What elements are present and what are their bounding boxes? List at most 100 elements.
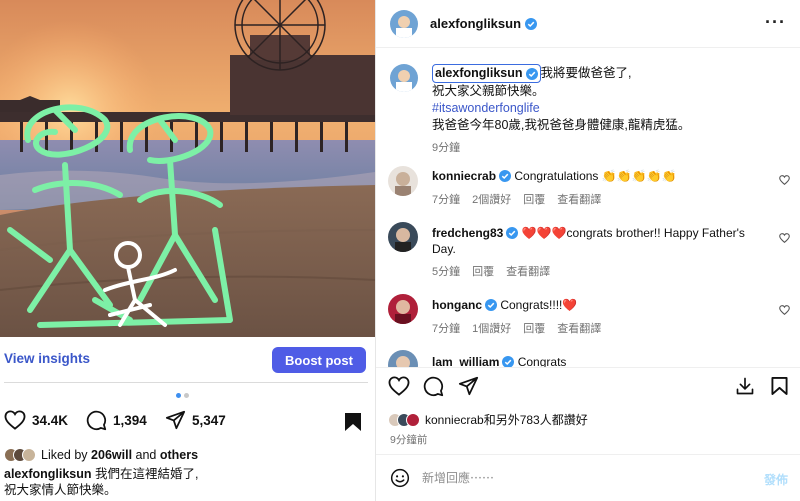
comment-input[interactable] [422, 467, 742, 489]
shares-count: 5,347 [192, 412, 226, 428]
comment-meta: 5分鐘 回覆 查看翻譯 [432, 263, 550, 279]
reply-button[interactable]: 回覆 [523, 191, 545, 207]
post-header: alexfongliksun ··· [376, 0, 800, 48]
post-photo[interactable] [0, 0, 375, 337]
comment-text: Congrats [517, 355, 567, 367]
commenter-username-row: fredcheng83 [432, 225, 519, 241]
commenter-username-row: lam_william [432, 354, 515, 367]
share-icon [165, 410, 186, 430]
left-feed-pane: View insights Boost post 34.4K 1,394 5,3… [0, 0, 375, 501]
caption-username[interactable]: alexfongliksun [4, 467, 92, 481]
share-action[interactable]: 5,347 [165, 410, 226, 430]
commenter-username[interactable]: konniecrab [432, 168, 496, 184]
verified-badge-icon [506, 227, 519, 239]
verified-badge-icon [499, 170, 512, 182]
save-action[interactable] [344, 412, 362, 437]
commenter-avatar[interactable] [388, 222, 418, 252]
heart-icon [4, 410, 26, 430]
like-comment-heart-icon[interactable] [779, 175, 790, 185]
likes-count: 34.4K [32, 412, 69, 428]
download-icon[interactable] [735, 376, 755, 396]
comment-body: lam_william Congrats [432, 354, 772, 367]
divider [376, 367, 800, 368]
verified-badge-icon [502, 356, 515, 367]
commenter-avatar[interactable] [388, 350, 418, 367]
heart-icon[interactable] [388, 376, 410, 396]
divider [4, 382, 368, 383]
hashtag-link[interactable]: #itsawonderfonglife [432, 101, 540, 115]
caption-avatar[interactable] [390, 64, 418, 92]
view-insights-link[interactable]: View insights [4, 351, 90, 366]
liked-by-text: Liked by 206will and others [41, 448, 198, 462]
post-detail-pane: alexfongliksun ··· alexfongliksun 我將要做爸爸… [376, 0, 800, 501]
comment-action[interactable]: 1,394 [86, 410, 147, 431]
caption-text: 我將要做爸爸了, [540, 66, 632, 80]
comment-icon [86, 410, 107, 431]
comment-meta: 7分鐘 1個讚好 回覆 查看翻譯 [432, 320, 601, 336]
commenter-username[interactable]: honganc [432, 297, 482, 313]
commenter-username-row: konniecrab [432, 168, 512, 184]
more-options-icon[interactable]: ··· [765, 12, 786, 33]
liked-by-user-link[interactable]: 206will [91, 448, 132, 462]
caption-timestamp[interactable]: 9分鐘 [432, 142, 460, 154]
share-icon[interactable] [458, 376, 479, 396]
like-comment-heart-icon[interactable] [779, 305, 790, 315]
liked-by-and: and [135, 448, 157, 462]
bookmark-icon[interactable] [771, 376, 788, 396]
like-action[interactable]: 34.4K [4, 410, 68, 430]
post-caption: alexfongliksun 我們在這裡結婚了, 祝大家情人節快樂。 [4, 466, 374, 498]
reply-button[interactable]: 回覆 [523, 320, 545, 336]
comment-likes[interactable]: 1個讚好 [472, 320, 511, 336]
caption-username-selected[interactable]: alexfongliksun [432, 64, 541, 83]
comment-time[interactable]: 7分鐘 [432, 191, 460, 207]
commenter-avatar[interactable] [388, 294, 418, 324]
see-translation-button[interactable]: 查看翻譯 [557, 191, 601, 207]
comments-count: 1,394 [113, 413, 147, 428]
like-comment-heart-icon[interactable] [779, 233, 790, 243]
carousel-dot [184, 393, 189, 398]
caption-text: 我爸爸今年80歲,我祝爸爸身體健康,龍精虎猛。 [432, 118, 691, 132]
commenter-avatar[interactable] [388, 166, 418, 196]
boost-post-button[interactable]: Boost post [272, 347, 366, 373]
commenter-username[interactable]: fredcheng83 [432, 225, 503, 241]
post-actions-bar: 34.4K 1,394 5,347 [0, 410, 375, 438]
author-username[interactable]: alexfongliksun [430, 16, 521, 31]
comment-meta: 7分鐘 2個讚好 回覆 查看翻譯 [432, 191, 601, 207]
post-date[interactable]: 9分鐘前 [390, 432, 427, 447]
see-translation-button[interactable]: 查看翻譯 [506, 263, 550, 279]
insights-row: View insights Boost post [0, 345, 375, 375]
detail-actions-bar [376, 376, 800, 402]
comment-icon[interactable] [423, 376, 444, 397]
comment-body: fredcheng83 ❤️❤️❤️congrats brother!! Hap… [432, 225, 772, 257]
verified-badge-icon [485, 299, 497, 311]
carousel-dot-active [176, 393, 181, 398]
bookmark-filled-icon [345, 413, 361, 431]
verified-badge-icon [525, 17, 538, 30]
liked-by-row: Liked by 206will and others [4, 448, 198, 462]
commenter-username-row: honganc [432, 297, 497, 313]
author-avatar[interactable] [390, 10, 418, 38]
comment-time[interactable]: 5分鐘 [432, 263, 460, 279]
post-comment-button[interactable]: 發佈 [764, 471, 788, 488]
reply-button[interactable]: 回覆 [472, 263, 494, 279]
avatar [406, 412, 420, 427]
caption-text: 祝大家父親節快樂。 [432, 84, 545, 98]
caption-text: 祝大家情人節快樂。 [4, 483, 117, 497]
commenter-username[interactable]: lam_william [432, 354, 499, 367]
liked-by-prefix: Liked by [41, 448, 88, 462]
carousel-indicator [176, 393, 189, 398]
liked-by-others-link[interactable]: others [160, 448, 198, 462]
comment-time[interactable]: 7分鐘 [432, 320, 460, 336]
emoji-icon[interactable] [390, 468, 410, 488]
liked-summary-row: konniecrab和另外783人都讚好 [388, 411, 588, 428]
add-comment-bar: 發佈 [376, 455, 800, 501]
liked-summary-text[interactable]: konniecrab和另外783人都讚好 [425, 411, 588, 428]
comment-text: Congratulations 👏👏👏👏👏 [514, 169, 677, 183]
comment-body: konniecrab Congratulations 👏👏👏👏👏 [432, 168, 772, 184]
comment-likes[interactable]: 2個讚好 [472, 191, 511, 207]
verified-badge-icon [525, 67, 538, 80]
caption-username[interactable]: alexfongliksun [435, 65, 523, 82]
photo-santa-monica-pier [0, 0, 375, 337]
comment-body: honganc Congrats!!!!❤️ [432, 297, 772, 313]
see-translation-button[interactable]: 查看翻譯 [557, 320, 601, 336]
